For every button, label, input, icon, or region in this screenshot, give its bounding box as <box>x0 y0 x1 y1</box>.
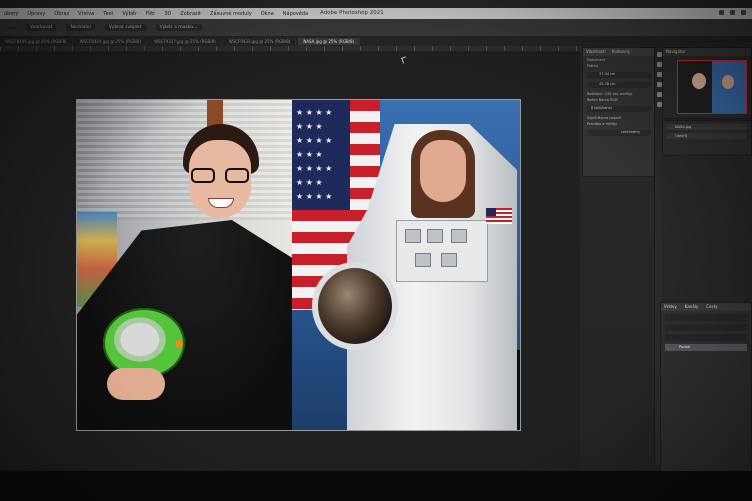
menu-item-edit[interactable]: Úpravy <box>27 11 45 17</box>
maximize-icon[interactable] <box>730 10 735 15</box>
document-tab[interactable]: WSCF8424.jpg @ 25% (RGB/8) <box>75 37 148 45</box>
brush-icon[interactable] <box>656 92 662 97</box>
hand <box>107 368 165 400</box>
units-select[interactable]: centimetry <box>587 130 651 136</box>
mode-button[interactable]: Normální <box>66 24 95 31</box>
units-value: centimetry <box>621 130 641 134</box>
tab-libraries[interactable]: Knihovny <box>612 48 631 56</box>
photoshop-screen: úbory Úpravy Obraz Vrstva Text Výběr Fil… <box>0 0 752 501</box>
options-bar: Vzorkovat Normální Vybrat subjekt Výběr … <box>0 19 752 36</box>
tab-layers[interactable]: Vrstvy <box>664 303 677 311</box>
fill-label-text: Výplň <box>587 116 597 120</box>
navigator-panel: Navigátor <box>662 47 752 119</box>
depth-select[interactable]: 8 bitů/kanál <box>587 106 651 112</box>
layers-panel-tabs: Vrstvy Kanály Cesty <box>661 303 751 311</box>
document-tab[interactable]: WSCF9337.jpg @ 25% (RGB/8) <box>149 37 222 45</box>
menu-item-window[interactable]: Okna <box>261 11 274 17</box>
right-photo <box>292 100 520 430</box>
mode-label-text: Režim <box>587 98 598 102</box>
flag-patch <box>486 208 512 224</box>
sample-button[interactable]: Vzorkovat <box>26 24 57 31</box>
monitor-bezel <box>0 471 752 501</box>
height-value: 45,38 cm <box>599 82 616 86</box>
menu-item-layer[interactable]: Vrstva <box>78 11 94 17</box>
suit-chest-controls <box>396 220 488 282</box>
color-icon[interactable] <box>656 72 662 77</box>
layer-row-selected[interactable]: Pozadí <box>665 344 747 351</box>
document-tab[interactable]: WSCF8449.jpg @ 25% (RGB/8) <box>0 37 73 45</box>
menu-item-3d[interactable]: 3D <box>164 11 171 17</box>
fill-select[interactable]: Barva pozadí <box>598 116 621 120</box>
mode-select[interactable]: Barva RGB <box>599 98 618 102</box>
tab-paths[interactable]: Cesty <box>706 303 717 311</box>
document-tab[interactable]: WSCF9433.jpg @ 25% (RGB/8) <box>224 37 297 45</box>
mode-label: Režim Barva RGB <box>587 98 651 102</box>
document-tabs: WSCF8449.jpg @ 25% (RGB/8) WSCF8424.jpg … <box>0 36 752 46</box>
navigator-tab[interactable]: Navigátor <box>663 48 751 56</box>
section-document: Dokument <box>587 58 606 62</box>
properties-panel: Vlastnosti Knihovny Dokument Plátno 37,0… <box>582 47 656 177</box>
history-icon[interactable] <box>656 52 662 57</box>
width-value: 37,04 cm <box>599 72 616 76</box>
width-field[interactable]: 37,04 cm <box>587 72 651 78</box>
layer-filter-row[interactable] <box>665 314 747 321</box>
layers-panel: Vrstvy Kanály Cesty Pozadí <box>660 302 752 474</box>
guides-section-title: Pravítka a mřížky <box>587 122 618 126</box>
properties-panel-tabs: Vlastnosti Knihovny <box>583 48 655 56</box>
us-flag-canton <box>292 100 350 210</box>
glasses <box>191 168 249 184</box>
document-canvas-image[interactable] <box>76 99 521 431</box>
window-controls <box>719 10 746 15</box>
menu-item-view[interactable]: Zobrazit <box>180 11 201 17</box>
info-icon[interactable] <box>656 62 662 67</box>
menu-item-plugins[interactable]: Zásuvné moduly <box>210 11 252 17</box>
section-canvas: Plátno <box>587 64 598 68</box>
resolution-label: Rozlišení: 240 obr. bodů/p. <box>587 92 634 96</box>
window-title: Adobe Photoshop 2021 <box>320 10 384 16</box>
select-and-mask-button[interactable]: Výběr a maska… <box>155 24 202 31</box>
tab-properties[interactable]: Vlastnosti <box>586 48 606 56</box>
menu-item-help[interactable]: Nápověda <box>283 11 308 17</box>
minimize-icon[interactable] <box>719 10 724 15</box>
tab-channels[interactable]: Kanály <box>685 303 698 311</box>
adjustments-icon[interactable] <box>656 102 662 107</box>
menu-item-filter[interactable]: Filtr <box>146 11 155 17</box>
lock-row[interactable] <box>665 334 747 341</box>
history-panel: NASA.jpg Otevřít <box>662 120 752 156</box>
menu-item-file[interactable]: úbory <box>4 11 18 17</box>
close-icon[interactable] <box>741 10 746 15</box>
astronaut-face <box>420 140 466 202</box>
swatches-icon[interactable] <box>656 82 662 87</box>
height-field[interactable]: 45,38 cm <box>587 82 651 88</box>
tool-preset-button[interactable] <box>8 26 16 29</box>
history-item[interactable]: Otevřít <box>667 133 747 139</box>
menu-item-type[interactable]: Text <box>103 11 113 17</box>
document-tab-active[interactable]: NASA.jpg @ 25% (RGB/8) <box>298 37 361 45</box>
left-photo <box>77 100 292 430</box>
fill-label: Výplň Barva pozadí <box>587 116 651 120</box>
depth-value: 8 bitů/kanál <box>591 106 612 110</box>
menu-item-image[interactable]: Obraz <box>54 11 69 17</box>
select-subject-button[interactable]: Vybrat subjekt <box>104 24 146 31</box>
navigator-thumbnail[interactable] <box>677 60 747 114</box>
gold-visor-helmet <box>312 262 398 350</box>
menu-bar: úbory Úpravy Obraz Vrstva Text Výběr Fil… <box>0 8 752 19</box>
blend-mode-row[interactable] <box>665 324 747 331</box>
menu-item-select[interactable]: Výběr <box>122 11 137 17</box>
history-item[interactable]: NASA.jpg <box>667 124 747 130</box>
